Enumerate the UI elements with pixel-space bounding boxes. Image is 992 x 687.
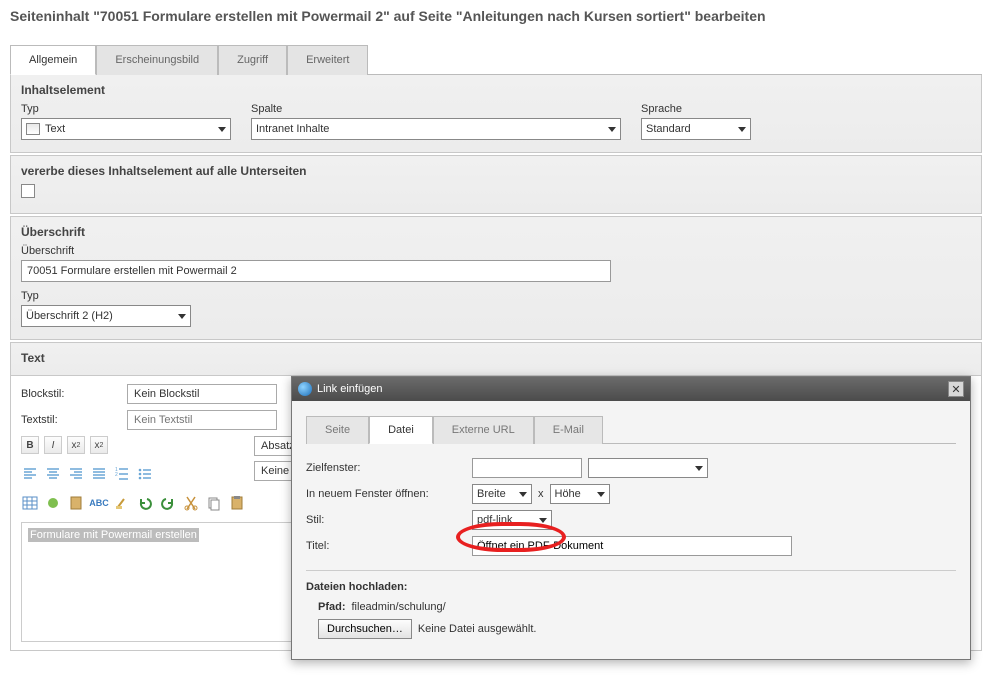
textstil-select[interactable] [127,410,277,430]
typ-select[interactable]: Text [21,118,231,140]
zielfenster-input[interactable] [472,458,582,478]
dialog-title-text: Link einfügen [317,383,382,395]
dialog-tab-email[interactable]: E-Mail [534,416,603,444]
italic-button[interactable]: I [44,436,62,454]
chevron-down-icon [539,518,547,523]
typ-label: Typ [21,103,231,115]
blockstil-select[interactable] [127,384,277,404]
paste-clipboard-icon[interactable] [228,494,246,512]
chevron-down-icon [738,127,746,132]
pfad-label: Pfad: [318,601,346,613]
typ-value: Text [45,123,65,135]
titel-label: Titel: [306,540,466,552]
zielfenster-select[interactable] [588,458,708,478]
browse-button[interactable]: Durchsuchen… [318,619,412,639]
ueberschrift-typ-select[interactable]: Überschrift 2 (H2) [21,305,191,327]
text-type-icon [26,123,40,135]
stil-select[interactable]: pdf-link [472,510,552,530]
page-title: Seiteninhalt "70051 Formulare erstellen … [0,0,992,32]
unordered-list-icon[interactable] [136,465,154,483]
tab-erscheinungsbild[interactable]: Erscheinungsbild [96,45,218,75]
sprache-value: Standard [646,123,691,135]
stil-value: pdf-link [477,514,512,526]
main-tabs: Allgemein Erscheinungsbild Zugriff Erwei… [10,44,982,75]
subscript-button[interactable]: x2 [67,436,85,454]
ueberschrift-typ-label: Typ [21,290,971,302]
dialog-tabs: Seite Datei Externe URL E-Mail [306,415,956,444]
spalte-select[interactable]: Intranet Inhalte [251,118,621,140]
chevron-down-icon [608,127,616,132]
tab-allgemein[interactable]: Allgemein [10,45,96,75]
dialog-tab-externe-url[interactable]: Externe URL [433,416,534,444]
dialog-tab-datei[interactable]: Datei [369,416,433,444]
align-left-icon[interactable] [21,465,39,483]
clean-icon[interactable] [113,494,131,512]
link-icon[interactable] [44,494,62,512]
bold-button[interactable]: B [21,436,39,454]
close-button[interactable]: ✕ [948,381,964,397]
link-dialog: Link einfügen ✕ Seite Datei Externe URL … [291,376,971,660]
chevron-down-icon [597,492,605,497]
titel-input[interactable] [472,536,792,556]
no-file-text: Keine Datei ausgewählt. [418,623,537,635]
chevron-down-icon [178,314,186,319]
copy-icon[interactable] [205,494,223,512]
dialog-titlebar[interactable]: Link einfügen ✕ [292,377,970,401]
inhaltselement-heading: Inhaltselement [21,83,971,97]
tab-erweitert[interactable]: Erweitert [287,45,368,75]
breite-select[interactable]: Breite [472,484,532,504]
vererbe-checkbox[interactable] [21,184,35,198]
chevron-down-icon [695,466,703,471]
ordered-list-icon[interactable]: 12 [113,465,131,483]
tab-zugriff[interactable]: Zugriff [218,45,287,75]
ueberschrift-label: Überschrift [21,245,971,257]
spalte-value: Intranet Inhalte [256,123,329,135]
justify-icon[interactable] [90,465,108,483]
chevron-down-icon [519,492,527,497]
zielfenster-label: Zielfenster: [306,462,466,474]
sprache-select[interactable]: Standard [641,118,751,140]
breite-text: Breite [477,488,506,500]
superscript-button[interactable]: x2 [90,436,108,454]
neues-fenster-label: In neuem Fenster öffnen: [306,488,466,500]
align-right-icon[interactable] [67,465,85,483]
cut-icon[interactable] [182,494,200,512]
undo-icon[interactable] [136,494,154,512]
sprache-label: Sprache [641,103,751,115]
dialog-tab-seite[interactable]: Seite [306,416,369,444]
spellcheck-icon[interactable]: ABC [90,494,108,512]
hoehe-select[interactable]: Höhe [550,484,610,504]
paste-icon[interactable] [67,494,85,512]
stil-label: Stil: [306,514,466,526]
x-label: x [538,488,544,500]
text-heading: Text [21,351,971,365]
upload-heading: Dateien hochladen: [306,581,956,593]
hoehe-text: Höhe [555,488,581,500]
ueberschrift-input[interactable] [21,260,611,282]
redo-icon[interactable] [159,494,177,512]
rte-editor: Blockstil: Textstil: B I x2 x2 [10,376,982,651]
editor-content[interactable]: Formulare mit Powermail erstellen [21,522,301,642]
ueberschrift-heading: Überschrift [21,225,971,239]
blockstil-label: Blockstil: [21,388,121,400]
table-icon[interactable] [21,494,39,512]
pfad-value: fileadmin/schulung/ [352,601,446,613]
ueberschrift-typ-value: Überschrift 2 (H2) [26,310,113,322]
vererbe-heading: vererbe dieses Inhaltselement auf alle U… [21,164,971,178]
textstil-label: Textstil: [21,414,121,426]
globe-icon [298,382,312,396]
chevron-down-icon [218,127,226,132]
svg-text:2: 2 [115,472,118,478]
selected-text: Formulare mit Powermail erstellen [28,528,199,542]
align-center-icon[interactable] [44,465,62,483]
spalte-label: Spalte [251,103,621,115]
close-icon: ✕ [951,383,960,396]
